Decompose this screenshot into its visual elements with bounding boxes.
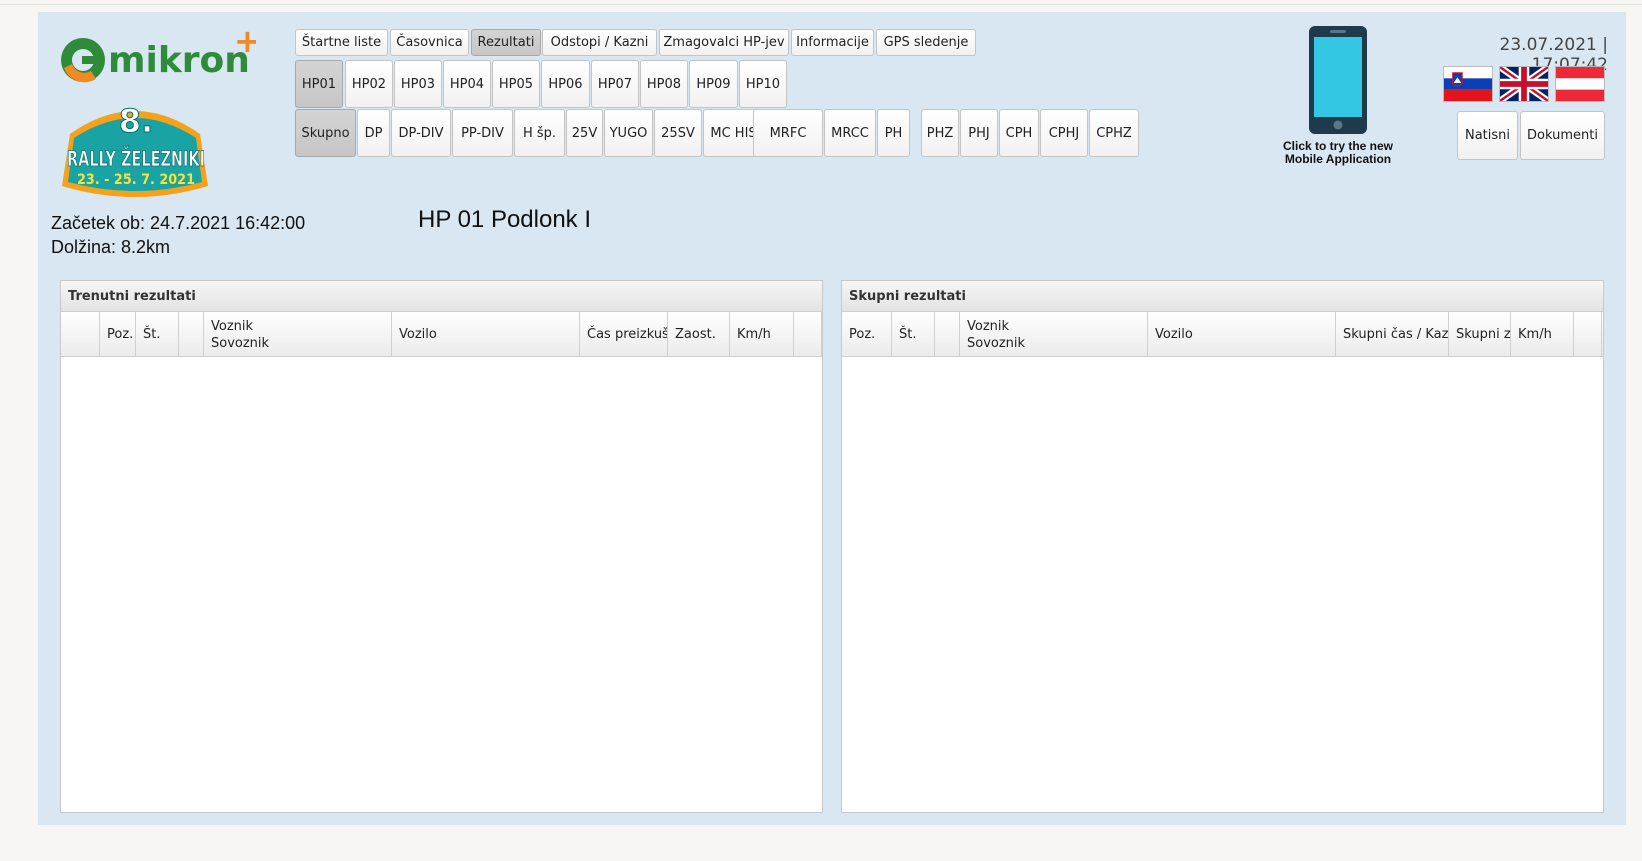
- col-scroll-spacer: [794, 312, 822, 357]
- col-scroll-spacer: [1574, 312, 1602, 357]
- col-speed[interactable]: Km/h: [730, 312, 794, 357]
- browser-top-edge: [0, 0, 1642, 5]
- col-total-time[interactable]: Skupni čas / Kazni: [1336, 312, 1449, 357]
- class-phz[interactable]: PHZ: [921, 109, 959, 157]
- col-gap[interactable]: Zaost.: [668, 312, 730, 357]
- total-results-title: Skupni rezultati: [842, 281, 1603, 312]
- stage-hp08[interactable]: HP08: [640, 60, 688, 108]
- col-number[interactable]: Št.: [136, 312, 179, 357]
- class-25v[interactable]: 25V: [566, 109, 603, 157]
- col-total-gap[interactable]: Skupni zaostanek: [1449, 312, 1511, 357]
- mikron-logo-text: mikron: [108, 40, 250, 81]
- tab-informacije[interactable]: Informacije: [791, 29, 874, 56]
- class-dp-div[interactable]: DP-DIV: [391, 109, 451, 157]
- class-h-šp[interactable]: H šp.: [514, 109, 565, 157]
- mobile-app-link[interactable]: Click to try the new Mobile Application: [1263, 140, 1413, 166]
- stage-hp10[interactable]: HP10: [739, 60, 787, 108]
- current-results-body: [61, 357, 822, 812]
- total-results-body: [842, 357, 1603, 812]
- class-yugo[interactable]: YUGO: [604, 109, 653, 157]
- col-expand[interactable]: [61, 312, 100, 357]
- col-flag[interactable]: [935, 312, 960, 357]
- total-results-panel: Skupni rezultati Poz. Št. Voznik Sovozni…: [841, 280, 1604, 813]
- english-flag-icon[interactable]: [1499, 66, 1549, 102]
- page-container: mikron + 8. RALLY ŽELEZNIKI 23. - 25. 7.…: [38, 12, 1626, 825]
- col-stage-time[interactable]: Čas preizkušnje: [580, 312, 668, 357]
- col-vehicle[interactable]: Vozilo: [1148, 312, 1336, 357]
- class-pp-div[interactable]: PP-DIV: [452, 109, 513, 157]
- stage-hp06[interactable]: HP06: [541, 60, 590, 108]
- current-results-header: Poz. Št. Voznik Sovoznik Vozilo Čas prei…: [61, 312, 822, 357]
- stage-start-time: Začetek ob: 24.7.2021 16:42:00: [51, 213, 306, 233]
- stage-hp05[interactable]: HP05: [492, 60, 540, 108]
- stage-hp01[interactable]: HP01: [295, 60, 343, 108]
- stage-hp02[interactable]: HP02: [345, 60, 393, 108]
- mikron-logo-plus: +: [234, 22, 256, 60]
- class-cphz[interactable]: CPHZ: [1089, 109, 1139, 157]
- slovenian-flag-icon[interactable]: [1443, 66, 1493, 102]
- class-mrcc[interactable]: MRCC: [824, 109, 876, 157]
- col-codriver: Sovoznik: [967, 335, 1026, 351]
- class-cphj[interactable]: CPHJ: [1040, 109, 1088, 157]
- tab-štartne-liste[interactable]: Štartne liste: [295, 29, 388, 56]
- col-driver-codriver[interactable]: Voznik Sovoznik: [960, 312, 1148, 357]
- col-driver: Voznik: [211, 318, 254, 334]
- tab-odstopi-kazni[interactable]: Odstopi / Kazni: [542, 29, 657, 56]
- rally-zelezniki-logo[interactable]: 8. RALLY ŽELEZNIKI 23. - 25. 7. 2021: [56, 94, 214, 204]
- stage-hp04[interactable]: HP04: [443, 60, 491, 108]
- col-number[interactable]: Št.: [892, 312, 935, 357]
- total-results-header: Poz. Št. Voznik Sovoznik Vozilo Skupni č…: [842, 312, 1603, 357]
- austrian-flag-icon[interactable]: [1555, 66, 1605, 102]
- print-button[interactable]: Natisni: [1457, 111, 1518, 160]
- tab-časovnica[interactable]: Časovnica: [390, 29, 469, 56]
- col-vehicle[interactable]: Vozilo: [392, 312, 580, 357]
- col-position[interactable]: Poz.: [842, 312, 892, 357]
- class-mrfc[interactable]: MRFC: [753, 109, 823, 157]
- stage-title: HP 01 Podlonk I: [418, 206, 592, 233]
- class-ph[interactable]: PH: [877, 109, 910, 157]
- col-codriver: Sovoznik: [211, 335, 270, 351]
- documents-button[interactable]: Dokumenti: [1520, 111, 1605, 160]
- stage-hp03[interactable]: HP03: [394, 60, 442, 108]
- stage-hp09[interactable]: HP09: [689, 60, 738, 108]
- col-driver-codriver[interactable]: Voznik Sovoznik: [204, 312, 392, 357]
- class-cph[interactable]: CPH: [999, 109, 1039, 157]
- rally-dates: 23. - 25. 7. 2021: [77, 172, 195, 188]
- stage-hp07[interactable]: HP07: [591, 60, 639, 108]
- stage-info: Začetek ob: 24.7.2021 16:42:00 Dolžina: …: [51, 211, 305, 259]
- rally-name: RALLY ŽELEZNIKI: [67, 146, 205, 171]
- tab-gps-sledenje[interactable]: GPS sledenje: [876, 29, 976, 56]
- class-25sv[interactable]: 25SV: [654, 109, 702, 157]
- class-dp[interactable]: DP: [357, 109, 390, 157]
- class-skupno[interactable]: Skupno: [295, 109, 356, 157]
- tab-rezultati[interactable]: Rezultati: [471, 29, 541, 56]
- col-flag[interactable]: [179, 312, 204, 357]
- col-driver: Voznik: [967, 318, 1010, 334]
- mikron-logo[interactable]: mikron +: [56, 22, 256, 94]
- col-speed[interactable]: Km/h: [1511, 312, 1574, 357]
- col-position[interactable]: Poz.: [100, 312, 136, 357]
- current-results-title: Trenutni rezultati: [61, 281, 822, 312]
- current-results-panel: Trenutni rezultati Poz. Št. Voznik Sovoz…: [60, 280, 823, 813]
- class-phj[interactable]: PHJ: [960, 109, 998, 157]
- tab-zmagovalci-hp-jev[interactable]: Zmagovalci HP-jev: [659, 29, 789, 56]
- mobile-app-line2: Mobile Application: [1284, 152, 1392, 166]
- smartphone-icon[interactable]: [1308, 25, 1368, 135]
- rally-number: 8.: [119, 102, 153, 140]
- stage-length: Dolžina: 8.2km: [51, 237, 171, 257]
